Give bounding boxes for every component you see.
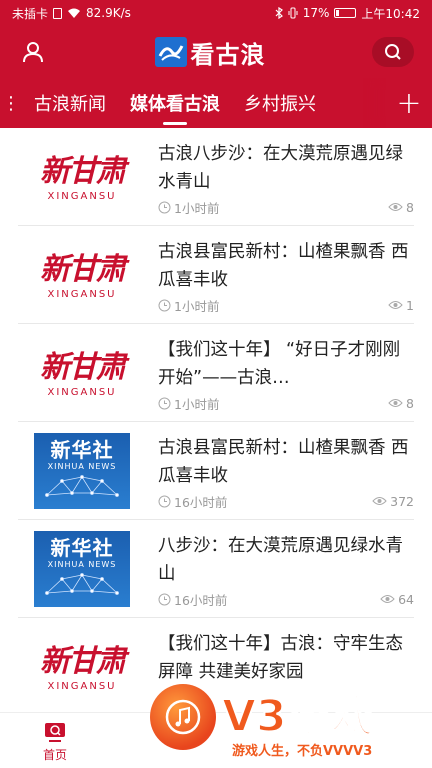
watermark-brand: V3游戏 (221, 690, 376, 743)
news-meta: 1小时前 8 (158, 395, 414, 412)
wifi-icon (68, 8, 81, 18)
news-views: 372 (390, 493, 414, 509)
app-header: 看古浪 (0, 26, 432, 78)
source-logo-text: 新华社 (50, 536, 114, 560)
news-time: 1小时前 (174, 396, 220, 412)
source-logo-text: 新甘肃 (40, 349, 126, 385)
watermark-slogan: 游戏人生，不负VVVV3 (232, 744, 373, 759)
news-meta: 16小时前 64 (158, 591, 414, 608)
news-views: 8 (406, 199, 414, 215)
app-title: 看古浪 (190, 40, 266, 69)
news-item[interactable]: 新甘肃 XINGANSU 【我们这十年】 “好日子才刚刚开始”——古浪… 1小时… (18, 324, 414, 422)
news-title: 【我们这十年】 “好日子才刚刚开始”——古浪… (158, 340, 401, 388)
news-time: 1小时前 (174, 298, 220, 314)
channel-tabs: ⋮ 古浪新闻 媒体看古浪 乡村振兴 + (0, 78, 432, 128)
add-channel-button[interactable]: + (386, 78, 432, 128)
tab-rural-revival[interactable]: 乡村振兴 (232, 90, 328, 116)
news-thumbnail: 新甘肃 XINGANSU (18, 240, 146, 312)
carrier-text: 未插卡 (12, 6, 49, 21)
tab-media-gulang[interactable]: 媒体看古浪 (118, 90, 232, 125)
battery-icon (334, 8, 357, 18)
clock: 上午10:42 (361, 6, 420, 21)
news-item[interactable]: 新甘肃 XINGANSU 古浪八步沙：在大漠荒原遇见绿水青山 1小时前 8 (18, 128, 414, 226)
news-title: 八步沙：在大漠荒原遇见绿水青山 (158, 536, 403, 584)
network-graphic-icon (45, 573, 119, 595)
eye-icon (388, 399, 403, 407)
clock-icon (158, 397, 171, 409)
clock-icon (158, 593, 171, 605)
vibrate-icon (288, 7, 298, 19)
news-meta: 1小时前 8 (158, 199, 414, 216)
logo-icon (154, 37, 187, 67)
clock-icon (158, 495, 171, 507)
news-thumbnail: 新华社 XINHUA NEWS (34, 531, 130, 607)
search-icon (385, 44, 401, 60)
news-title: 古浪县富民新村：山楂果飘香 西瓜喜丰收 (158, 242, 409, 290)
source-logo-sub: XINGANSU (47, 386, 117, 398)
news-time: 1小时前 (174, 200, 220, 216)
search-button[interactable] (372, 37, 414, 67)
profile-button[interactable] (18, 37, 48, 67)
eye-icon (388, 301, 403, 309)
news-views: 64 (398, 591, 414, 607)
news-time: 16小时前 (174, 592, 228, 608)
watermark-overlay: V3游戏 游戏人生，不负VVVV3 (150, 680, 432, 768)
network-speed: 82.9K/s (86, 6, 131, 20)
app-logo: 看古浪 (154, 35, 266, 70)
news-thumbnail: 新甘肃 XINGANSU (18, 142, 146, 214)
nav-home-label: 首页 (42, 748, 67, 762)
news-views: 1 (406, 297, 414, 313)
clock-icon (158, 201, 171, 213)
source-logo-text: 新甘肃 (40, 643, 126, 679)
watermark-music-icon (150, 684, 216, 750)
source-logo-text: 新甘肃 (40, 251, 126, 287)
news-item[interactable]: 新华社 XINHUA NEWS 八步沙：在大漠荒原遇见绿水青山 16小时前 64 (18, 520, 414, 618)
news-list: 新甘肃 XINGANSU 古浪八步沙：在大漠荒原遇见绿水青山 1小时前 8 新甘… (0, 128, 432, 712)
nav-home[interactable]: 首页 (30, 721, 80, 763)
sim-icon (53, 7, 63, 19)
news-time: 16小时前 (174, 494, 228, 510)
news-item[interactable]: 新华社 XINHUA NEWS 古浪县富民新村：山楂果飘香 西瓜喜丰收 16小时… (18, 422, 414, 520)
tabs-scroll-indicator: ⋮ (2, 92, 20, 114)
source-logo-sub: XINGANSU (47, 680, 117, 692)
eye-icon (388, 203, 403, 211)
network-graphic-icon (45, 475, 119, 497)
news-thumbnail: 新甘肃 XINGANSU (18, 338, 146, 410)
news-thumbnail: 新甘肃 XINGANSU (18, 632, 146, 704)
news-meta: 16小时前 372 (158, 493, 414, 510)
status-bar: 未插卡 82.9K/s 17% 上午10:42 (0, 0, 432, 26)
battery-percent: 17% (302, 6, 330, 20)
source-logo-sub: XINHUA NEWS (47, 462, 117, 471)
eye-icon (380, 595, 395, 603)
news-thumbnail: 新华社 XINHUA NEWS (34, 433, 130, 509)
source-logo-sub: XINGANSU (47, 190, 117, 202)
news-title: 【我们这十年】古浪：守牢生态屏障 共建美好家园 (158, 634, 403, 682)
news-title: 古浪八步沙：在大漠荒原遇见绿水青山 (158, 144, 403, 192)
news-meta: 1小时前 1 (158, 297, 414, 314)
clock-icon (158, 299, 171, 311)
user-icon (23, 42, 43, 63)
news-title: 古浪县富民新村：山楂果飘香 西瓜喜丰收 (158, 438, 409, 486)
news-item[interactable]: 新甘肃 XINGANSU 古浪县富民新村：山楂果飘香 西瓜喜丰收 1小时前 1 (18, 226, 414, 324)
source-logo-sub: XINGANSU (47, 288, 117, 300)
tab-gulang-news[interactable]: 古浪新闻 (22, 90, 118, 116)
bluetooth-icon (275, 7, 283, 19)
source-logo-text: 新甘肃 (40, 153, 126, 189)
source-logo-sub: XINHUA NEWS (47, 560, 117, 569)
source-logo-text: 新华社 (50, 438, 114, 462)
eye-icon (372, 497, 387, 505)
home-icon (45, 723, 65, 742)
news-views: 8 (406, 395, 414, 411)
